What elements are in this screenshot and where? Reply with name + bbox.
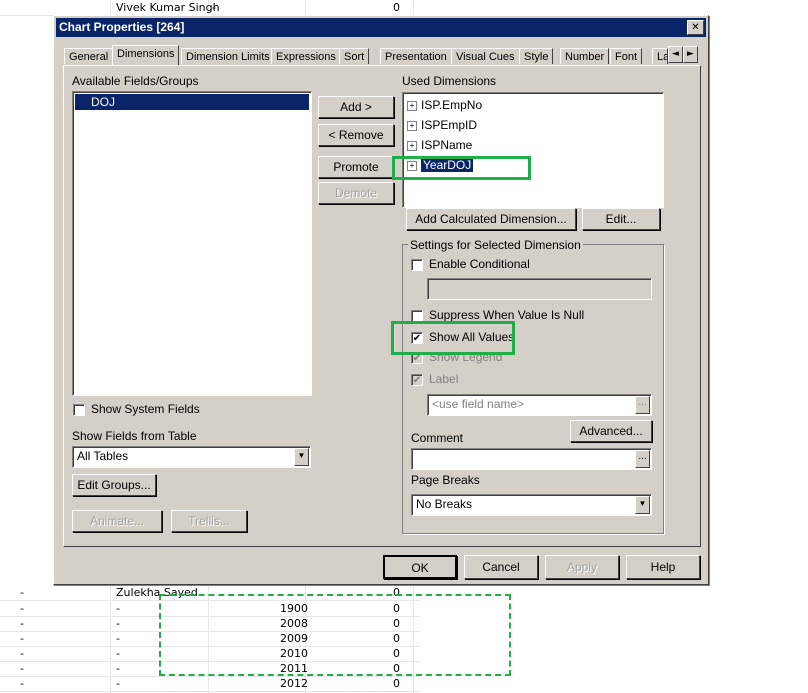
promote-button[interactable]: Promote [318,156,394,178]
trellis-button[interactable]: Trellis... [171,510,247,532]
enable-conditional-checkbox[interactable] [411,259,423,271]
sheet-cell-dash: - [116,647,120,660]
tab-scroll-right-icon[interactable]: ► [683,46,698,63]
used-dimensions-list[interactable]: + ISP.EmpNo + ISPEmpID + ISPName + YearDOJ [402,92,664,208]
used-dimensions-label: Used Dimensions [402,74,497,88]
add-calculated-dimension-button[interactable]: Add Calculated Dimension... [406,208,576,230]
tab-layout[interactable]: La [652,48,668,64]
ellipsis-icon[interactable]: ... [635,450,650,468]
dialog-titlebar[interactable]: Chart Properties [264] ✕ [56,18,706,37]
tab-sort[interactable]: Sort [339,48,370,64]
tab-number[interactable]: Number [560,48,610,64]
expand-icon[interactable]: + [407,100,417,111]
tab-style[interactable]: Style [519,48,554,64]
list-item[interactable]: + ISPEmpID [407,117,477,133]
sheet-cell-dash: - [20,647,24,660]
edit-groups-button[interactable]: Edit Groups... [72,474,156,496]
dialog-title: Chart Properties [264] [59,20,185,34]
label-label: Label [429,372,459,386]
page-breaks-value: No Breaks [416,497,473,511]
label-field[interactable]: <use field name> ... [427,394,652,416]
help-button[interactable]: Help [626,555,700,579]
chevron-down-icon[interactable]: ▼ [635,496,650,514]
sheet-cell-dash: - [116,632,120,645]
page-breaks-dropdown[interactable]: No Breaks ▼ [411,494,652,516]
tab-expressions[interactable]: Expressions [271,48,341,64]
highlight-year-rows [159,594,511,676]
tab-dimension-limits[interactable]: Dimension Limits [181,48,275,64]
sheet-cell-year: 2012 [280,677,308,690]
comment-field[interactable]: ... [411,448,652,470]
edit-button[interactable]: Edit... [582,208,660,230]
add-button[interactable]: Add > [318,96,394,118]
sheet-cell-dash: - [116,602,120,615]
tab-dimensions[interactable]: Dimensions [112,45,180,65]
sheet-cell-dash: - [20,677,24,690]
sheet-cell-dash: - [20,586,24,599]
tab-general[interactable]: General [64,48,114,64]
highlight-yeardoj [392,156,531,180]
sheet-row: - - 2012 0 [0,676,420,692]
available-fields-label: Available Fields/Groups [72,74,199,88]
sheet-cell-dash: - [20,617,24,630]
expand-icon[interactable]: + [407,140,417,151]
chart-properties-dialog: Chart Properties [264] ✕ General Dimensi… [53,15,709,585]
page-breaks-label: Page Breaks [411,473,480,487]
show-fields-dropdown[interactable]: All Tables ▼ [72,446,311,468]
ok-button[interactable]: OK [383,555,457,579]
sheet-cell-dash: - [212,1,216,14]
sheet-cell-name: Vivek Kumar Singh [116,1,220,14]
tab-presentation[interactable]: Presentation [380,48,452,64]
enable-conditional-label: Enable Conditional [429,257,530,271]
conditional-expression-field[interactable] [427,278,652,300]
tab-visual-cues[interactable]: Visual Cues [451,48,520,64]
tab-font[interactable]: Font [610,48,643,64]
suppress-null-label: Suppress When Value Is Null [429,308,585,322]
show-fields-value: All Tables [77,449,129,463]
dimension-label: ISP.EmpNo [421,98,483,112]
dimension-label: ISPName [421,138,473,152]
animate-button[interactable]: Animate... [72,510,162,532]
sheet-cell-dash: - [116,662,120,675]
show-system-fields-label: Show System Fields [91,402,200,416]
close-icon[interactable]: ✕ [687,20,704,35]
tab-scroll-left-icon[interactable]: ◄ [668,46,683,63]
apply-button[interactable]: Apply [545,555,619,579]
sheet-row: Vivek Kumar Singh - 0 [0,0,420,16]
settings-group-title: Settings for Selected Dimension [408,238,583,252]
label-placeholder: <use field name> [432,397,525,411]
expand-icon[interactable]: + [407,120,417,131]
sheet-cell-value: 0 [393,1,400,14]
cancel-button[interactable]: Cancel [464,555,538,579]
available-fields-list[interactable]: DOJ [72,91,312,396]
list-item[interactable]: + ISPName [407,137,472,153]
sheet-cell-dash: - [20,662,24,675]
highlight-show-all-values [391,321,515,355]
demote-button[interactable]: Demote [318,182,394,204]
show-fields-label: Show Fields from Table [72,429,197,443]
sheet-cell-dash: - [20,632,24,645]
sheet-cell-dash: - [20,602,24,615]
sheet-cell-dash: - [116,677,120,690]
list-item[interactable]: + ISP.EmpNo [407,97,482,113]
advanced-button[interactable]: Advanced... [570,420,652,442]
show-system-fields-checkbox[interactable] [73,404,85,416]
chevron-down-icon[interactable]: ▼ [294,448,309,466]
list-item[interactable]: DOJ [75,94,309,110]
label-checkbox[interactable]: ✔ [411,374,423,386]
comment-label: Comment [411,431,464,445]
sheet-cell-value: 0 [393,677,400,690]
sheet-cell-dash: - [116,617,120,630]
dimension-label: ISPEmpID [421,118,478,132]
remove-button[interactable]: < Remove [318,124,394,146]
ellipsis-icon[interactable]: ... [635,396,650,414]
